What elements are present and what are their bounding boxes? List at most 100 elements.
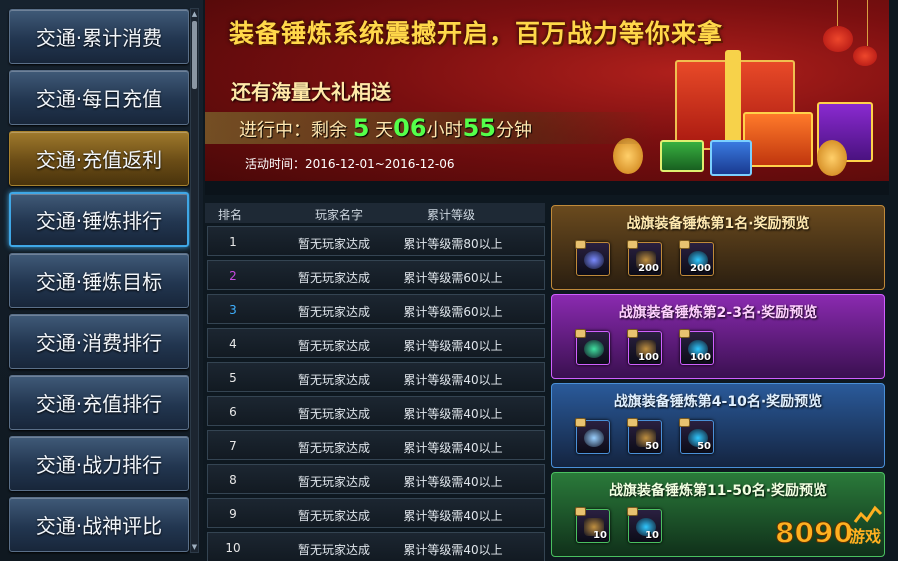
requirement-cell: 累计等级需40以上 xyxy=(403,441,503,455)
table-row: 9 暂无玩家达成 累计等级需40以上 xyxy=(207,498,545,528)
lantern-string xyxy=(837,0,838,26)
gift-box-icon xyxy=(743,112,813,167)
player-cell: 暂无玩家达成 xyxy=(297,407,370,421)
event-banner: 装备锤炼系统震撼开启，百万战力等你来拿 还有海量大礼相送 进行中：剩余 5 天0… xyxy=(205,0,889,181)
sidebar-item-label: 交通·消费排行 xyxy=(35,331,163,355)
reward-item-count: 10 xyxy=(593,530,607,541)
column-header-player: 玩家名字 xyxy=(314,208,363,222)
reward-item[interactable] xyxy=(575,329,610,365)
section-divider xyxy=(205,181,889,195)
sidebar-item-daily-recharge[interactable]: 交通·每日充值 xyxy=(9,70,189,125)
reward-panel-3: 战旗装备锤炼第4-10名·奖励预览 50 50 xyxy=(551,383,885,468)
countdown-hours: 06 xyxy=(393,114,427,142)
table-row: 8 暂无玩家达成 累计等级需40以上 xyxy=(207,464,545,494)
reward-item[interactable]: 200 xyxy=(679,240,714,276)
player-cell: 暂无玩家达成 xyxy=(297,271,370,285)
lantern-icon xyxy=(853,46,877,66)
lock-badge-icon xyxy=(679,418,690,427)
countdown-minutes-unit: 分钟 xyxy=(495,120,532,141)
event-period: 活动时间：2016-12-01~2016-12-06 xyxy=(245,157,455,171)
reward-item-count: 10 xyxy=(645,530,659,541)
reward-item[interactable] xyxy=(575,418,610,454)
reward-item-count: 200 xyxy=(690,263,711,274)
table-row: 3 暂无玩家达成 累计等级需60以上 xyxy=(207,294,545,324)
banner-subtitle: 还有海量大礼相送 xyxy=(231,80,391,104)
8090-logo-icon: 8090 游戏 xyxy=(775,505,883,550)
requirement-cell: 累计等级需40以上 xyxy=(403,509,503,523)
scroll-down-arrow-icon[interactable]: ▼ xyxy=(191,542,198,552)
lock-badge-icon xyxy=(575,418,586,427)
crystal-icon xyxy=(584,429,604,447)
rank-cell: 9 xyxy=(229,507,237,521)
sidebar-item-cumulative-spend[interactable]: 交通·累计消费 xyxy=(9,9,189,64)
sidebar-item-label: 交通·战力排行 xyxy=(35,453,163,477)
column-header-rank: 排名 xyxy=(217,208,242,222)
reward-item-count: 100 xyxy=(638,352,659,363)
rank-cell: 3 xyxy=(229,303,237,317)
player-cell: 暂无玩家达成 xyxy=(297,543,370,557)
requirement-cell: 累计等级需60以上 xyxy=(403,305,503,319)
requirement-cell: 累计等级需80以上 xyxy=(403,237,503,251)
requirement-cell: 累计等级需40以上 xyxy=(403,373,503,387)
requirement-cell: 累计等级需40以上 xyxy=(403,475,503,489)
sidebar-item-label: 交通·累计消费 xyxy=(35,26,163,50)
reward-panel-2: 战旗装备锤炼第2-3名·奖励预览 100 100 xyxy=(551,294,885,379)
lock-badge-icon xyxy=(575,507,586,516)
ranking-table-header: 排名 玩家名字 累计等级 xyxy=(205,203,545,223)
lock-badge-icon xyxy=(627,507,638,516)
column-header-level: 累计等级 xyxy=(426,208,475,222)
lock-badge-icon xyxy=(679,240,690,249)
countdown: 进行中：剩余 5 天06小时55分钟 xyxy=(239,114,532,142)
rank-cell: 4 xyxy=(229,337,237,351)
scroll-up-arrow-icon[interactable]: ▲ xyxy=(191,9,198,19)
lantern-icon xyxy=(823,26,853,52)
reward-item[interactable]: 100 xyxy=(627,329,662,365)
table-row: 5 暂无玩家达成 累计等级需40以上 xyxy=(207,362,545,392)
table-row: 4 暂无玩家达成 累计等级需40以上 xyxy=(207,328,545,358)
svg-text:8090: 8090 xyxy=(775,516,853,549)
reward-item[interactable]: 50 xyxy=(679,418,714,454)
rank-cell: 8 xyxy=(229,473,237,487)
reward-item[interactable]: 10 xyxy=(575,507,610,543)
reward-item-count: 50 xyxy=(645,441,659,452)
sidebar-item-label: 交通·锤炼目标 xyxy=(35,270,163,294)
reward-item-count: 200 xyxy=(638,263,659,274)
countdown-minutes: 55 xyxy=(462,114,496,142)
reward-item[interactable]: 10 xyxy=(627,507,662,543)
requirement-cell: 累计等级需60以上 xyxy=(403,271,503,285)
banner-title: 装备锤炼系统震撼开启，百万战力等你来拿 xyxy=(229,19,724,48)
lock-badge-icon xyxy=(627,418,638,427)
sidebar-item-label: 交通·锤炼排行 xyxy=(35,209,163,233)
reward-panel-title: 战旗装备锤炼第2-3名·奖励预览 xyxy=(618,305,818,321)
countdown-hours-unit: 小时 xyxy=(426,120,463,141)
sidebar-item-forge-ranking[interactable]: 交通·锤炼排行 xyxy=(9,192,189,247)
reward-item[interactable] xyxy=(575,240,610,276)
sidebar-item-spend-ranking[interactable]: 交通·消费排行 xyxy=(9,314,189,369)
scroll-thumb[interactable] xyxy=(192,21,197,89)
player-cell: 暂无玩家达成 xyxy=(297,373,370,387)
lock-badge-icon xyxy=(627,329,638,338)
reward-item-count: 50 xyxy=(697,441,711,452)
reward-item[interactable]: 100 xyxy=(679,329,714,365)
lock-badge-icon xyxy=(627,240,638,249)
rank-cell: 6 xyxy=(229,405,237,419)
sidebar-scrollbar[interactable]: ▲ ▼ xyxy=(190,8,199,553)
player-cell: 暂无玩家达成 xyxy=(297,237,370,251)
player-cell: 暂无玩家达成 xyxy=(297,305,370,319)
requirement-cell: 累计等级需40以上 xyxy=(403,407,503,421)
reward-item[interactable]: 50 xyxy=(627,418,662,454)
player-cell: 暂无玩家达成 xyxy=(297,509,370,523)
sidebar-item-power-ranking[interactable]: 交通·战力排行 xyxy=(9,436,189,491)
table-row: 2 暂无玩家达成 累计等级需60以上 xyxy=(207,260,545,290)
sidebar-item-recharge-ranking[interactable]: 交通·充值排行 xyxy=(9,375,189,430)
sidebar-item-war-god-rating[interactable]: 交通·战神评比 xyxy=(9,497,189,552)
reward-item[interactable]: 200 xyxy=(627,240,662,276)
sidebar-item-recharge-rebate[interactable]: 交通·充值返利 xyxy=(9,131,189,186)
sidebar-item-label: 交通·充值返利 xyxy=(35,148,163,172)
sidebar-item-label: 交通·充值排行 xyxy=(35,392,163,416)
sidebar-item-forge-target[interactable]: 交通·锤炼目标 xyxy=(9,253,189,308)
gift-ribbon xyxy=(725,50,741,150)
player-cell: 暂无玩家达成 xyxy=(297,441,370,455)
monkey-mascot-icon xyxy=(817,140,847,176)
reward-panel-title: 战旗装备锤炼第11-50名·奖励预览 xyxy=(608,483,828,499)
